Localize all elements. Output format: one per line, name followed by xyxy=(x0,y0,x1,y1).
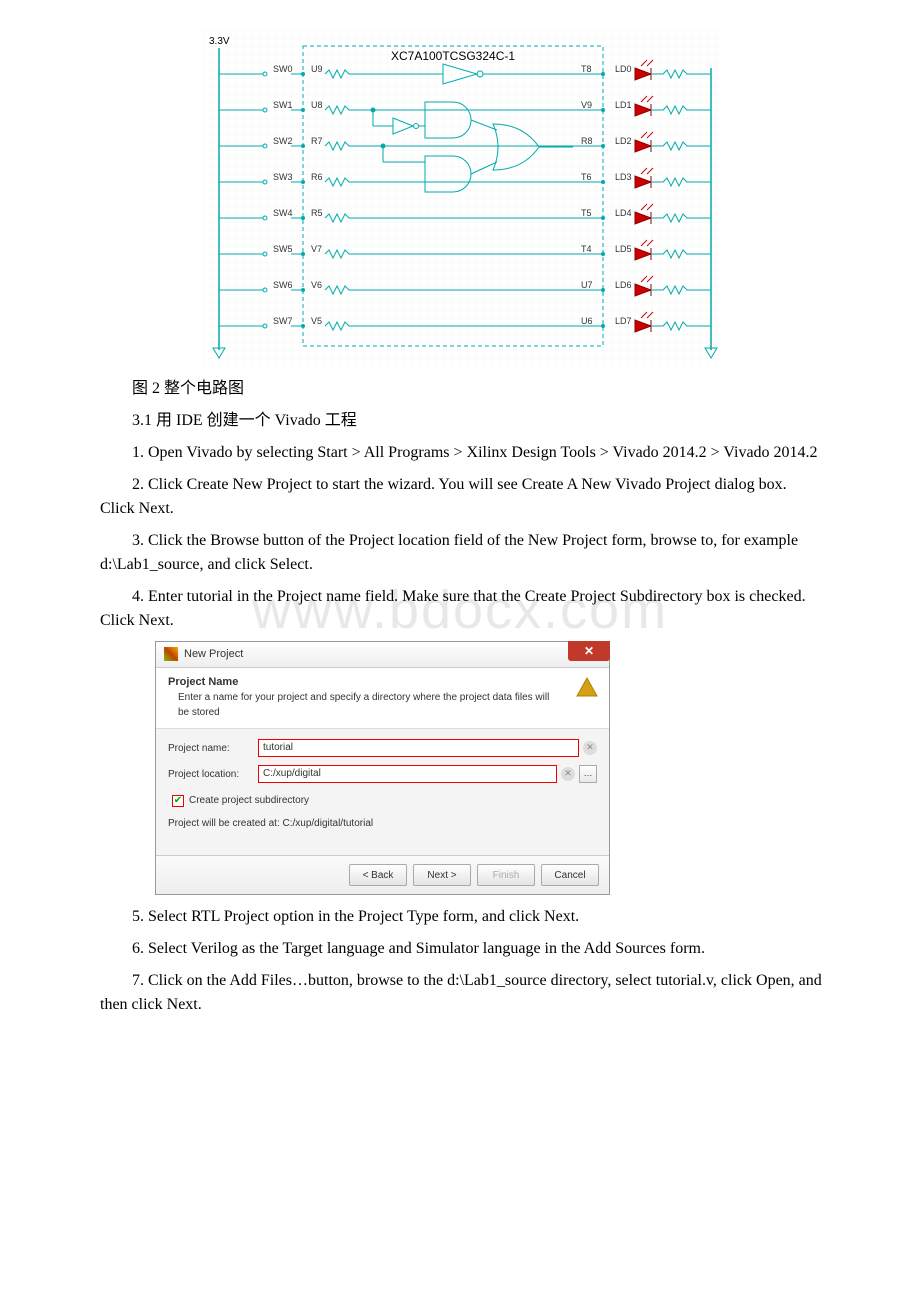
created-at-text: Project will be created at: C:/xup/digit… xyxy=(168,816,597,831)
project-location-label: Project location: xyxy=(168,767,258,782)
step-1: 1. Open Vivado by selecting Start > All … xyxy=(100,441,825,465)
svg-text:SW7: SW7 xyxy=(273,316,293,326)
svg-text:T6: T6 xyxy=(581,172,592,182)
svg-text:V7: V7 xyxy=(311,244,322,254)
dialog-body: Project name: tutorial ✕ Project locatio… xyxy=(156,729,609,855)
project-location-input[interactable]: C:/xup/digital xyxy=(258,765,557,783)
svg-text:V5: V5 xyxy=(311,316,322,326)
svg-text:3.3V: 3.3V xyxy=(209,36,230,47)
svg-text:T4: T4 xyxy=(581,244,592,254)
svg-text:V6: V6 xyxy=(311,280,322,290)
clear-name-icon[interactable]: ✕ xyxy=(583,741,597,755)
back-button[interactable]: < Back xyxy=(349,864,407,886)
step-4: 4. Enter tutorial in the Project name fi… xyxy=(100,585,825,633)
svg-text:SW3: SW3 xyxy=(273,172,293,182)
svg-text:SW0: SW0 xyxy=(273,64,293,74)
svg-text:U7: U7 xyxy=(581,280,593,290)
close-button[interactable]: ✕ xyxy=(568,641,610,661)
svg-text:T8: T8 xyxy=(581,64,592,74)
svg-text:LD6: LD6 xyxy=(615,280,632,290)
step-5: 5. Select RTL Project option in the Proj… xyxy=(100,905,825,929)
browse-button[interactable]: … xyxy=(579,765,597,783)
svg-text:T5: T5 xyxy=(581,208,592,218)
step-6: 6. Select Verilog as the Target language… xyxy=(100,937,825,961)
svg-text:U8: U8 xyxy=(311,100,323,110)
step-3: 3. Click the Browse button of the Projec… xyxy=(100,529,825,577)
svg-text:SW6: SW6 xyxy=(273,280,293,290)
svg-text:LD2: LD2 xyxy=(615,136,632,146)
svg-text:R8: R8 xyxy=(581,136,593,146)
create-subdir-label: Create project subdirectory xyxy=(189,793,309,808)
svg-text:R7: R7 xyxy=(311,136,323,146)
svg-text:SW2: SW2 xyxy=(273,136,293,146)
svg-text:LD0: LD0 xyxy=(615,64,632,74)
dialog-header-desc: Enter a name for your project and specif… xyxy=(168,690,597,720)
cancel-button[interactable]: Cancel xyxy=(541,864,599,886)
dialog-header: Project Name Enter a name for your proje… xyxy=(156,668,609,730)
svg-text:LD4: LD4 xyxy=(615,208,632,218)
new-project-dialog: New Project ✕ Project Name Enter a name … xyxy=(155,641,610,895)
svg-text:LD7: LD7 xyxy=(615,316,632,326)
next-button[interactable]: Next > xyxy=(413,864,471,886)
svg-text:SW5: SW5 xyxy=(273,244,293,254)
svg-text:U6: U6 xyxy=(581,316,593,326)
project-name-label: Project name: xyxy=(168,741,258,756)
svg-text:V9: V9 xyxy=(581,100,592,110)
svg-text:SW1: SW1 xyxy=(273,100,293,110)
svg-text:U9: U9 xyxy=(311,64,323,74)
project-name-input[interactable]: tutorial xyxy=(258,739,579,757)
figure-caption: 图 2 整个电路图 xyxy=(100,377,825,401)
svg-text:LD3: LD3 xyxy=(615,172,632,182)
step-7: 7. Click on the Add Files…button, browse… xyxy=(100,969,825,1017)
svg-text:LD5: LD5 xyxy=(615,244,632,254)
dialog-header-title: Project Name xyxy=(168,674,597,691)
dialog-title-text: New Project xyxy=(184,646,243,663)
dialog-titlebar: New Project ✕ xyxy=(156,642,609,668)
circuit-diagram: XC7A100TCSG324C-1 3.3V SW0 U9 T8 LD0 xyxy=(203,30,723,365)
vivado-icon xyxy=(164,647,178,661)
section-heading: 3.1 用 IDE 创建一个 Vivado 工程 xyxy=(100,409,825,433)
create-subdir-checkbox[interactable]: ✔ xyxy=(172,795,184,807)
svg-text:LD1: LD1 xyxy=(615,100,632,110)
svg-text:SW4: SW4 xyxy=(273,208,293,218)
clear-location-icon[interactable]: ✕ xyxy=(561,767,575,781)
xilinx-icon xyxy=(575,676,599,698)
svg-text:XC7A100TCSG324C-1: XC7A100TCSG324C-1 xyxy=(390,49,514,63)
step-2: 2. Click Create New Project to start the… xyxy=(100,473,825,521)
svg-text:R6: R6 xyxy=(311,172,323,182)
finish-button[interactable]: Finish xyxy=(477,864,535,886)
dialog-footer: < Back Next > Finish Cancel xyxy=(156,855,609,894)
svg-text:R5: R5 xyxy=(311,208,323,218)
